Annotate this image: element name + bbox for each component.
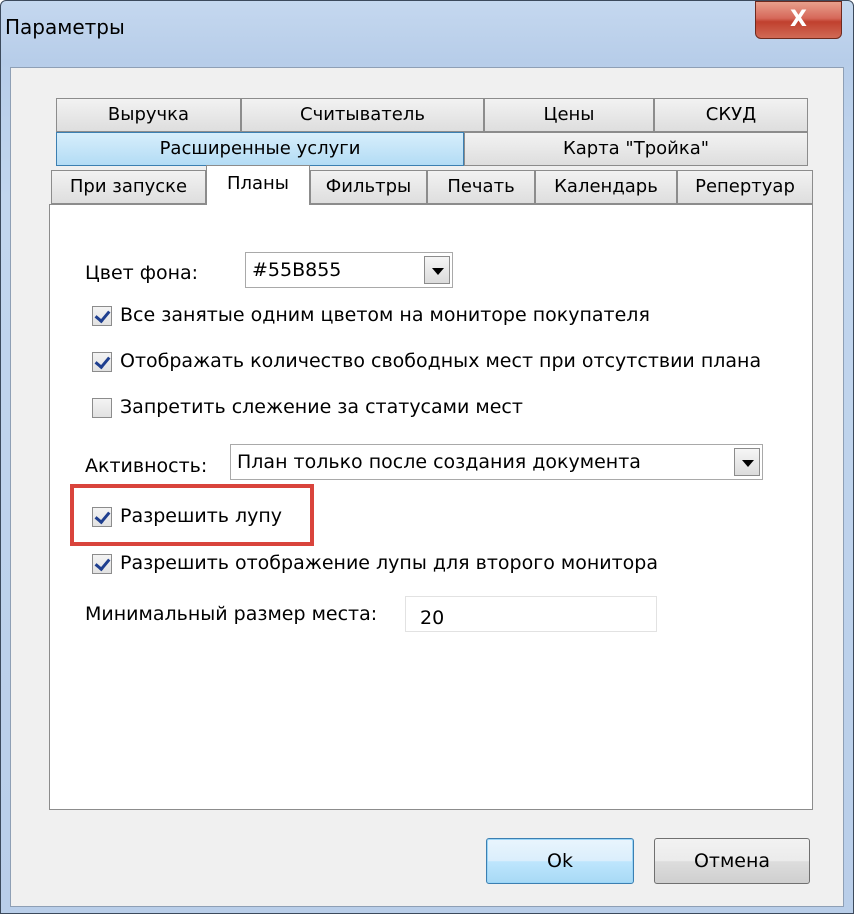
checkbox-allow-second-monitor[interactable]	[92, 554, 112, 574]
ok-button[interactable]: Ok	[486, 838, 634, 884]
close-button[interactable]: X	[755, 1, 842, 39]
option-show-free-seats-label: Отображать количество свободных мест при…	[120, 350, 762, 372]
window-title: Параметры	[5, 15, 125, 39]
chevron-down-icon[interactable]	[734, 448, 760, 476]
tab-extended-services[interactable]: Расширенные услуги	[56, 132, 464, 166]
allow-second-monitor-label: Разрешить отображение лупы для второго м…	[120, 552, 658, 574]
tab-calendar[interactable]: Календарь	[535, 170, 677, 204]
tab-prices[interactable]: Цены	[484, 98, 654, 132]
chevron-down-icon[interactable]	[424, 256, 450, 284]
tab-reader[interactable]: Считыватель	[241, 98, 484, 132]
tab-revenue[interactable]: Выручка	[56, 98, 241, 132]
tab-print[interactable]: Печать	[427, 170, 535, 204]
min-size-label: Минимальный размер места:	[85, 603, 378, 625]
tab-plans[interactable]: Планы	[206, 165, 310, 205]
tab-repertoire[interactable]: Репертуар	[677, 170, 813, 204]
tab-troika-card[interactable]: Карта "Тройка"	[464, 132, 808, 166]
bg-color-value: #55B855	[252, 259, 342, 281]
tab-on-startup[interactable]: При запуске	[51, 170, 206, 204]
bg-color-label: Цвет фона:	[85, 262, 199, 284]
activity-select[interactable]: План только после создания документа	[230, 444, 763, 480]
checkbox-same-color[interactable]	[92, 306, 112, 326]
option-same-color-label: Все занятые одним цветом на мониторе пок…	[120, 304, 650, 326]
tab-access-control[interactable]: СКУД	[654, 98, 808, 132]
checkbox-allow-magnifier[interactable]	[92, 507, 112, 527]
tab-filters[interactable]: Фильтры	[310, 170, 427, 204]
min-size-input[interactable]: 20	[405, 596, 657, 632]
allow-magnifier-label: Разрешить лупу	[120, 505, 283, 527]
checkbox-show-free-seats[interactable]	[92, 352, 112, 372]
close-icon: X	[790, 7, 807, 32]
checkbox-disable-status-tracking[interactable]	[92, 398, 112, 418]
activity-value: План только после создания документа	[237, 451, 641, 473]
activity-label: Активность:	[85, 455, 208, 477]
bg-color-select[interactable]: #55B855	[245, 252, 453, 288]
cancel-button[interactable]: Отмена	[654, 838, 810, 884]
option-disable-status-tracking-label: Запретить слежение за статусами мест	[120, 396, 523, 418]
